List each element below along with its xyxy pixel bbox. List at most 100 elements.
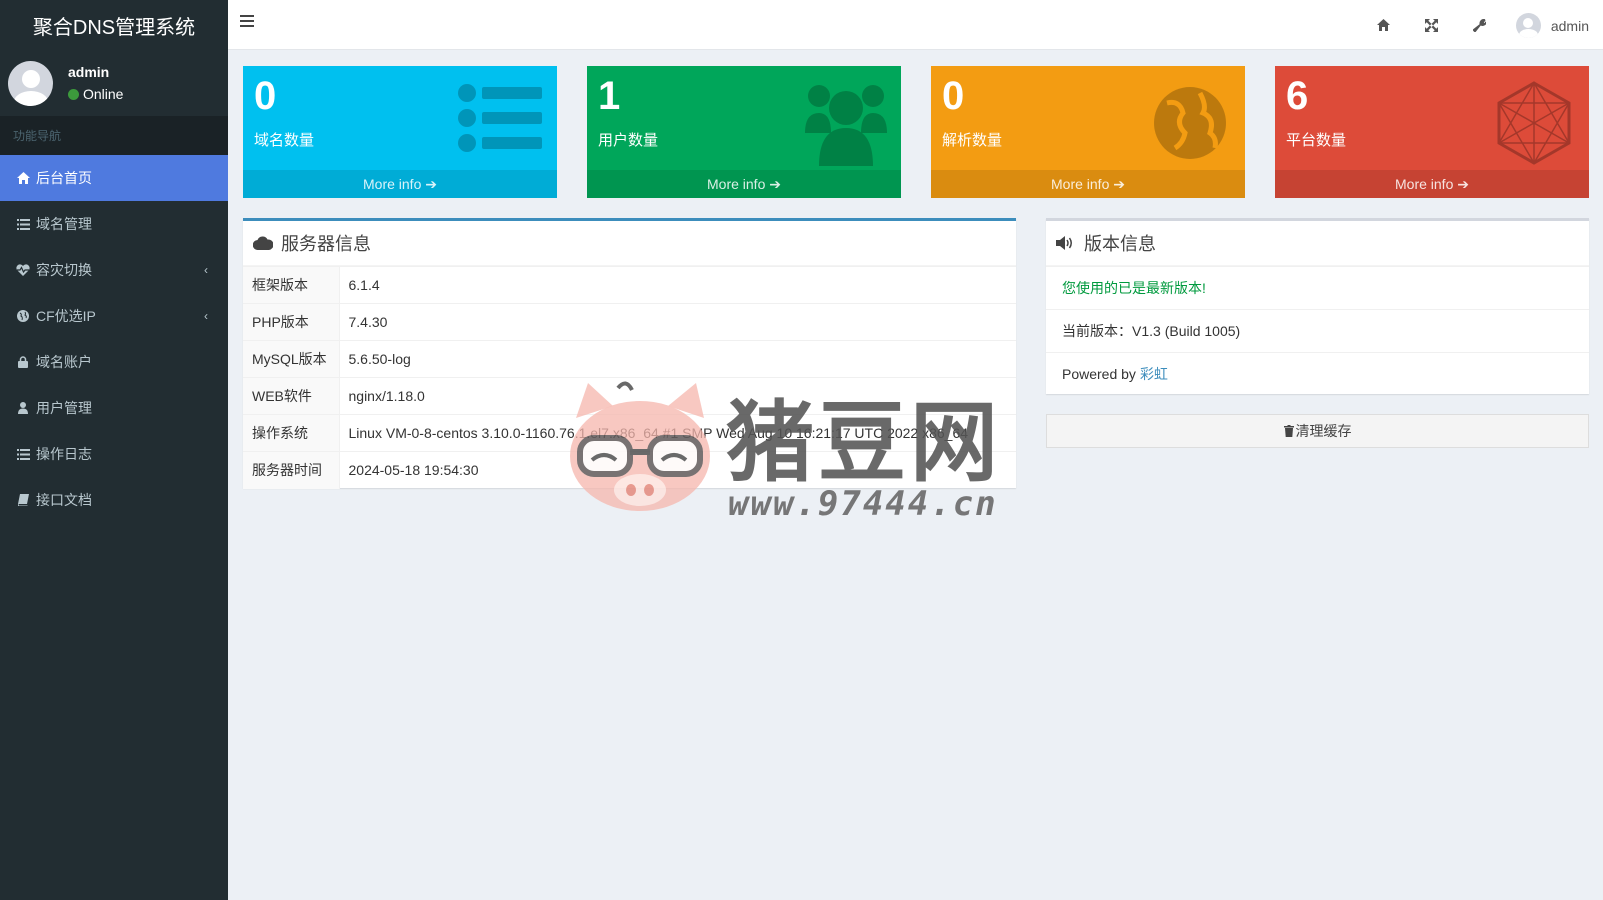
info-value: 2024-05-18 19:54:30	[339, 451, 1016, 489]
table-row: MySQL版本 5.6.50-log	[243, 340, 1016, 378]
sidebar-item-failover[interactable]: 容灾切换 ‹	[0, 247, 228, 293]
info-key: PHP版本	[243, 303, 340, 341]
sidebar-item-domains[interactable]: 域名管理	[0, 201, 228, 247]
stat-value: 0	[254, 74, 277, 118]
info-key: MySQL版本	[243, 340, 340, 378]
info-value: 6.1.4	[339, 266, 1016, 304]
powered-by-link[interactable]: 彩虹	[1140, 364, 1168, 384]
list-icon	[458, 84, 542, 152]
arrow-circle-right-icon: ➔	[425, 175, 437, 192]
app-logo[interactable]: 聚合DNS管理系统	[0, 0, 228, 50]
list-icon	[16, 218, 30, 230]
sidebar-item-label: 后台首页	[36, 170, 92, 186]
stat-value: 1	[598, 74, 621, 118]
more-info-link[interactable]: More info ➔	[243, 170, 557, 198]
top-header: admin	[228, 0, 1603, 50]
sidebar-item-cf-ip[interactable]: CF优选IP ‹	[0, 293, 228, 339]
info-value: nginx/1.18.0	[339, 377, 1016, 415]
user-status: Online	[68, 86, 123, 102]
panel-title: 服务器信息	[243, 221, 1016, 266]
clear-cache-label: 清理缓存	[1295, 423, 1352, 439]
users-icon	[805, 85, 887, 166]
sidebar-item-logs[interactable]: 操作日志	[0, 431, 228, 477]
list-icon	[16, 448, 30, 460]
current-version: 当前版本：V1.3 (Build 1005)	[1046, 309, 1589, 352]
avatar	[1515, 13, 1541, 38]
table-row: PHP版本 7.4.30	[243, 303, 1016, 341]
sidebar-item-label: 接口文档	[36, 492, 92, 508]
header-user-name: admin	[1550, 17, 1589, 34]
cloud-icon	[253, 235, 273, 251]
table-row: 服务器时间 2024-05-18 19:54:30	[243, 451, 1016, 489]
sidebar-item-api-docs[interactable]: 接口文档	[0, 477, 228, 523]
info-key: WEB软件	[243, 377, 340, 415]
sidebar-item-label: CF优选IP	[36, 308, 96, 324]
chevron-left-icon: ‹	[204, 263, 208, 277]
server-info-table: 框架版本 6.1.4 PHP版本 7.4.30 MySQL版本 5.6.50-log …	[243, 266, 1016, 489]
sidebar-item-label: 域名管理	[36, 216, 92, 232]
info-key: 服务器时间	[243, 451, 340, 489]
stat-value: 6	[1286, 74, 1309, 118]
stat-box-domains: 0 域名数量 More info ➔	[243, 66, 557, 198]
volume-icon	[1056, 235, 1076, 251]
globe-icon	[1154, 87, 1226, 159]
lock-icon	[16, 356, 30, 368]
book-icon	[16, 494, 30, 506]
heartbeat-icon	[16, 264, 30, 276]
home-icon	[16, 172, 30, 184]
wrench-icon[interactable]	[1471, 17, 1487, 33]
stat-label: 用户数量	[598, 132, 659, 149]
sidebar-item-label: 操作日志	[36, 446, 92, 462]
hexagon-icon	[1497, 81, 1571, 165]
stat-label: 平台数量	[1286, 132, 1347, 149]
panel-title-text: 版本信息	[1084, 234, 1156, 254]
stat-box-users: 1 用户数量 More info ➔	[587, 66, 901, 198]
panel-title: 版本信息	[1046, 221, 1589, 266]
user-icon	[16, 402, 30, 414]
chevron-left-icon: ‹	[204, 309, 208, 323]
sidebar-item-users[interactable]: 用户管理	[0, 385, 228, 431]
status-text: Online	[83, 86, 124, 102]
sidebar-item-label: 用户管理	[36, 400, 92, 416]
more-info-link[interactable]: More info ➔	[587, 170, 901, 198]
arrow-circle-right-icon: ➔	[1113, 175, 1125, 192]
arrow-circle-right-icon: ➔	[769, 175, 781, 192]
sidebar-item-label: 容灾切换	[36, 262, 92, 278]
stat-box-records: 0 解析数量 More info ➔	[931, 66, 1245, 198]
user-panel: admin Online	[0, 50, 228, 116]
sidebar-item-accounts[interactable]: 域名账户	[0, 339, 228, 385]
sidebar-toggle-icon[interactable]	[240, 15, 254, 29]
stat-value: 0	[942, 74, 965, 118]
stat-box-platforms: 6 平台数量 More info ➔	[1275, 66, 1589, 198]
stat-label: 解析数量	[942, 132, 1003, 149]
trash-icon	[1283, 425, 1294, 437]
globe-icon	[16, 310, 30, 322]
table-row: 操作系统 Linux VM-0-8-centos 3.10.0-1160.76.1…	[243, 414, 1016, 452]
powered-by-text: Powered by	[1062, 366, 1136, 382]
powered-by: Powered by 彩虹	[1046, 352, 1589, 395]
table-row: 框架版本 6.1.4	[243, 266, 1016, 304]
version-info-panel: 版本信息 您使用的已是最新版本! 当前版本：V1.3 (Build 1005) …	[1046, 218, 1589, 394]
panel-title-text: 服务器信息	[281, 234, 371, 254]
more-info-link[interactable]: More info ➔	[1275, 170, 1589, 198]
info-value: 5.6.50-log	[339, 340, 1016, 378]
home-icon[interactable]	[1375, 17, 1391, 33]
more-info-link[interactable]: More info ➔	[931, 170, 1245, 198]
arrow-circle-right-icon: ➔	[1457, 175, 1469, 192]
header-user-menu[interactable]: admin	[1515, 13, 1589, 38]
user-name: admin	[68, 64, 110, 80]
watermark-url: www.97444.cn	[728, 484, 998, 524]
server-info-panel: 服务器信息 框架版本 6.1.4 PHP版本 7.4.30 MySQL版本 5.6.5…	[243, 218, 1016, 489]
online-dot-icon	[68, 88, 79, 100]
info-key: 框架版本	[243, 266, 340, 304]
fullscreen-icon[interactable]	[1423, 17, 1439, 33]
sidebar: 聚合DNS管理系统 admin Online 功能导航 后台首页 域名管理 容灾…	[0, 0, 228, 900]
clear-cache-button[interactable]: 清理缓存	[1046, 414, 1589, 448]
latest-version-message: 您使用的已是最新版本!	[1046, 266, 1589, 309]
avatar	[8, 60, 53, 106]
sidebar-item-dashboard[interactable]: 后台首页	[0, 155, 228, 201]
info-key: 操作系统	[243, 414, 340, 452]
nav-header: 功能导航	[0, 116, 228, 155]
sidebar-item-label: 域名账户	[36, 354, 92, 370]
table-row: WEB软件 nginx/1.18.0	[243, 377, 1016, 415]
